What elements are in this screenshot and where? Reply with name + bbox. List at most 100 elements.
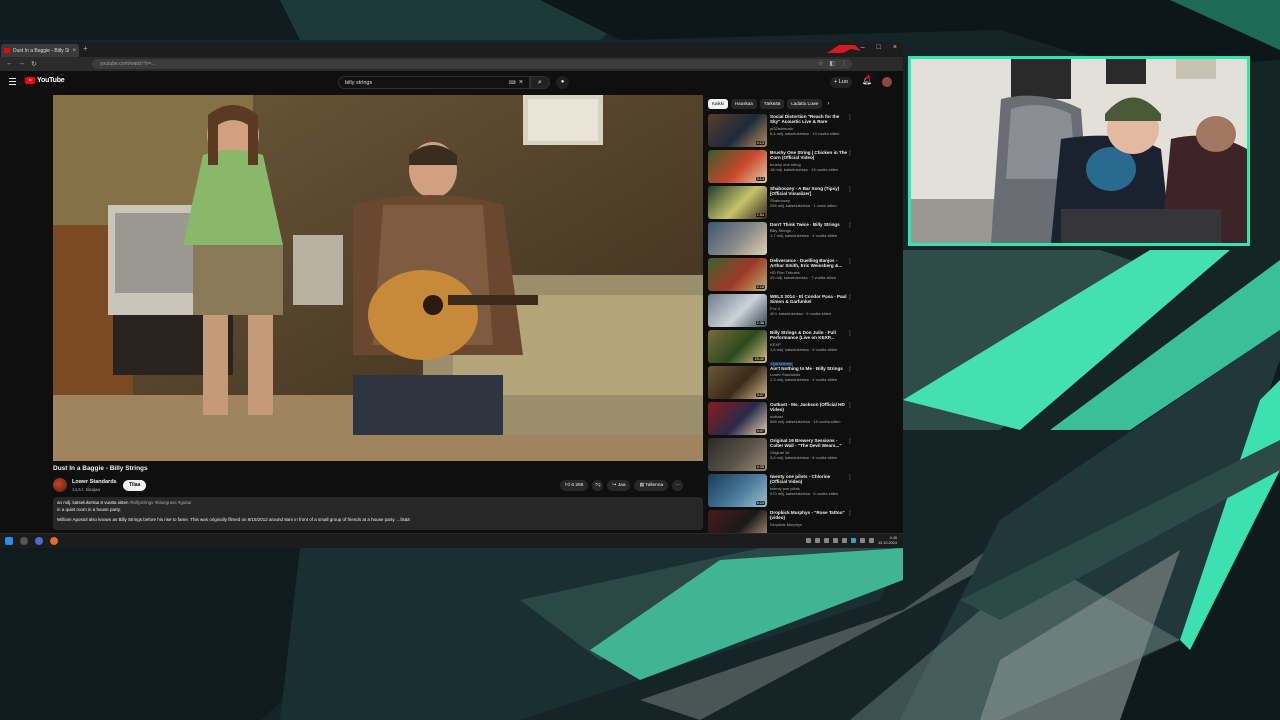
system-tray: 4.45 12.10.2024: [805, 536, 897, 545]
tray-icon[interactable]: [823, 538, 829, 543]
more-options-icon[interactable]: ⋮: [847, 150, 853, 157]
dislike-button[interactable]: 👎︎: [592, 480, 604, 491]
recommendation-title[interactable]: Don't Think Twice · Billy Strings: [770, 222, 848, 227]
more-options-icon[interactable]: ⋮: [847, 330, 853, 337]
save-button[interactable]: ▤ Tallenna: [634, 480, 669, 491]
url-field[interactable]: youtube.com/watch?v=...: [92, 59, 852, 69]
recommendation-thumbnail[interactable]: 5:24: [708, 474, 767, 507]
menu-icon[interactable]: ⋮: [841, 60, 847, 67]
back-icon[interactable]: ←: [6, 60, 13, 67]
star-icon[interactable]: ☆: [818, 60, 823, 67]
tray-icon[interactable]: [832, 538, 838, 543]
recommendation-thumbnail[interactable]: 2:36: [708, 294, 767, 327]
windows-start-icon[interactable]: [5, 537, 13, 545]
chip-hauskaa[interactable]: Hauskaa: [731, 99, 757, 109]
reload-icon[interactable]: ↻: [31, 60, 37, 68]
recommendation-item[interactable]: 2:36 WELS 2014 - El Condor Pasa - Paul Si…: [708, 294, 853, 330]
clear-search-icon[interactable]: ×: [519, 79, 523, 86]
minimize-icon[interactable]: –: [861, 44, 865, 51]
description-tags[interactable]: #billystrings #bluegrass #guitar: [130, 500, 192, 505]
recommendation-item[interactable]: 4:13 Social Distortion "Reach for the Sky…: [708, 114, 853, 150]
tray-icon[interactable]: [841, 538, 847, 543]
recommendation-thumbnail[interactable]: [708, 222, 767, 255]
chip-uploaded[interactable]: Ladattu Lowe: [787, 99, 823, 109]
recommendation-title[interactable]: Deliverance - Duelling Banjos - Arthur S…: [770, 258, 848, 269]
video-player[interactable]: [53, 95, 703, 461]
maximize-icon[interactable]: □: [877, 44, 881, 51]
recommendation-title[interactable]: Billy Strings & Don Julin - Full Perform…: [770, 330, 848, 341]
more-options-icon[interactable]: ⋮: [847, 402, 853, 409]
recommendation-title[interactable]: Ain't Nothing to Me · Billy Strings: [770, 366, 848, 371]
browser-tab[interactable]: Dust In a Baggie - Billy Strings - YouTu…: [1, 44, 79, 57]
recommendation-item[interactable]: 5:24 twenty one pilots - Chlorine (Offici…: [708, 474, 853, 510]
firefox-icon[interactable]: [50, 537, 58, 545]
more-options-icon[interactable]: ⋮: [847, 114, 853, 121]
forward-icon[interactable]: →: [18, 60, 25, 67]
more-actions-button[interactable]: ···: [672, 480, 684, 491]
extensions-icon[interactable]: ◧: [829, 60, 835, 67]
subscribe-button[interactable]: Tilaa: [123, 480, 147, 491]
recommendation-thumbnail[interactable]: 4:47: [708, 402, 767, 435]
close-tab-icon[interactable]: ×: [72, 48, 76, 54]
search-button[interactable]: ⌕: [530, 76, 550, 89]
close-window-icon[interactable]: ×: [893, 44, 897, 51]
tray-icon[interactable]: [850, 538, 856, 543]
recommendation-item[interactable]: 4:47 Outkast - Ms. Jackson (Official HD V…: [708, 402, 853, 438]
youtube-logo[interactable]: YouTube: [25, 77, 65, 84]
share-button[interactable]: ↪ Jaa: [607, 480, 631, 491]
recommendation-thumbnail[interactable]: 2:18: [708, 258, 767, 291]
taskbar-clock[interactable]: 4.45 12.10.2024: [878, 536, 897, 545]
more-options-icon[interactable]: ⋮: [847, 438, 853, 445]
mic-icon[interactable]: ●: [556, 76, 569, 89]
recommendation-title[interactable]: twenty one pilots - Chlorine (Official V…: [770, 474, 848, 485]
recommendation-thumbnail[interactable]: 4:13: [708, 114, 767, 147]
recommendation-item[interactable]: 3:14 Brushy One String | Chicken in The C…: [708, 150, 853, 186]
search-input[interactable]: billy strings ⌨ ×: [338, 76, 530, 89]
channel-avatar[interactable]: [53, 478, 67, 492]
tray-icon[interactable]: [814, 538, 820, 543]
recommendation-title[interactable]: Brushy One String | Chicken in The Corn …: [770, 150, 848, 161]
account-avatar[interactable]: [882, 77, 892, 87]
chip-kaikki[interactable]: Kaikki: [708, 99, 729, 109]
recommendation-title[interactable]: WELS 2014 - El Condor Pasa - Paul Simon …: [770, 294, 848, 305]
recommendation-thumbnail[interactable]: 4:35: [708, 438, 767, 471]
like-button[interactable]: 👍︎ 6 285: [560, 480, 589, 491]
more-options-icon[interactable]: ⋮: [847, 510, 853, 517]
tray-icon[interactable]: [805, 538, 811, 543]
wifi-icon[interactable]: [859, 538, 865, 543]
description-box[interactable]: an milj. katselukertaa 8 vuotta sitten #…: [53, 497, 703, 530]
new-tab-button[interactable]: +: [83, 44, 88, 53]
search-icon[interactable]: [20, 537, 28, 545]
recommendation-item[interactable]: 2:18 Deliverance - Duelling Banjos - Arth…: [708, 258, 853, 294]
recommendation-item[interactable]: 15:42 Billy Strings & Don Julin - Full Pe…: [708, 330, 853, 366]
chrome-icon[interactable]: [35, 537, 43, 545]
more-options-icon[interactable]: ⋮: [847, 366, 853, 373]
volume-icon[interactable]: [868, 538, 874, 543]
recommendation-item[interactable]: 4:35 Original 16 Brewery Sessions - Colte…: [708, 438, 853, 474]
more-options-icon[interactable]: ⋮: [847, 474, 853, 481]
recommendation-item[interactable]: 3:27 Ain't Nothing to Me · Billy Strings L…: [708, 366, 853, 402]
bell-icon[interactable]: 🔔︎: [862, 75, 872, 85]
recommendation-thumbnail[interactable]: 3:27: [708, 366, 767, 399]
chevron-right-icon[interactable]: ›: [827, 101, 829, 107]
create-button[interactable]: + Luo: [830, 77, 852, 88]
recommendation-thumbnail[interactable]: 2:54: [708, 186, 767, 219]
recommendation-channel[interactable]: Dropkick Murphys: [770, 522, 848, 527]
keyboard-icon[interactable]: ⌨: [509, 80, 516, 86]
channel-name[interactable]: Lower Standards: [72, 479, 117, 485]
recommendation-title[interactable]: Dropkick Murphys - "Rose Tattoo" (video): [770, 510, 848, 521]
chip-tarkeaa[interactable]: Tärkeää: [759, 99, 785, 109]
more-options-icon[interactable]: ⋮: [847, 186, 853, 193]
more-options-icon[interactable]: ⋮: [847, 222, 853, 229]
recommendation-title[interactable]: Social Distortion "Reach for the Sky" Ac…: [770, 114, 848, 125]
recommendation-title[interactable]: Outkast - Ms. Jackson (Official HD Video…: [770, 402, 848, 413]
recommendation-thumbnail[interactable]: 3:14: [708, 150, 767, 183]
recommendation-item[interactable]: Don't Think Twice · Billy Strings Billy S…: [708, 222, 853, 258]
more-options-icon[interactable]: ⋮: [847, 258, 853, 265]
recommendation-title[interactable]: Original 16 Brewery Sessions - Colter Wa…: [770, 438, 848, 449]
hamburger-icon[interactable]: [9, 78, 16, 87]
recommendation-thumbnail[interactable]: 15:42: [708, 330, 767, 363]
recommendation-title[interactable]: Shaboozey - A Bar Song (Tipsy) [Official…: [770, 186, 848, 197]
more-options-icon[interactable]: ⋮: [847, 294, 853, 301]
recommendation-item[interactable]: 2:54 Shaboozey - A Bar Song (Tipsy) [Offi…: [708, 186, 853, 222]
